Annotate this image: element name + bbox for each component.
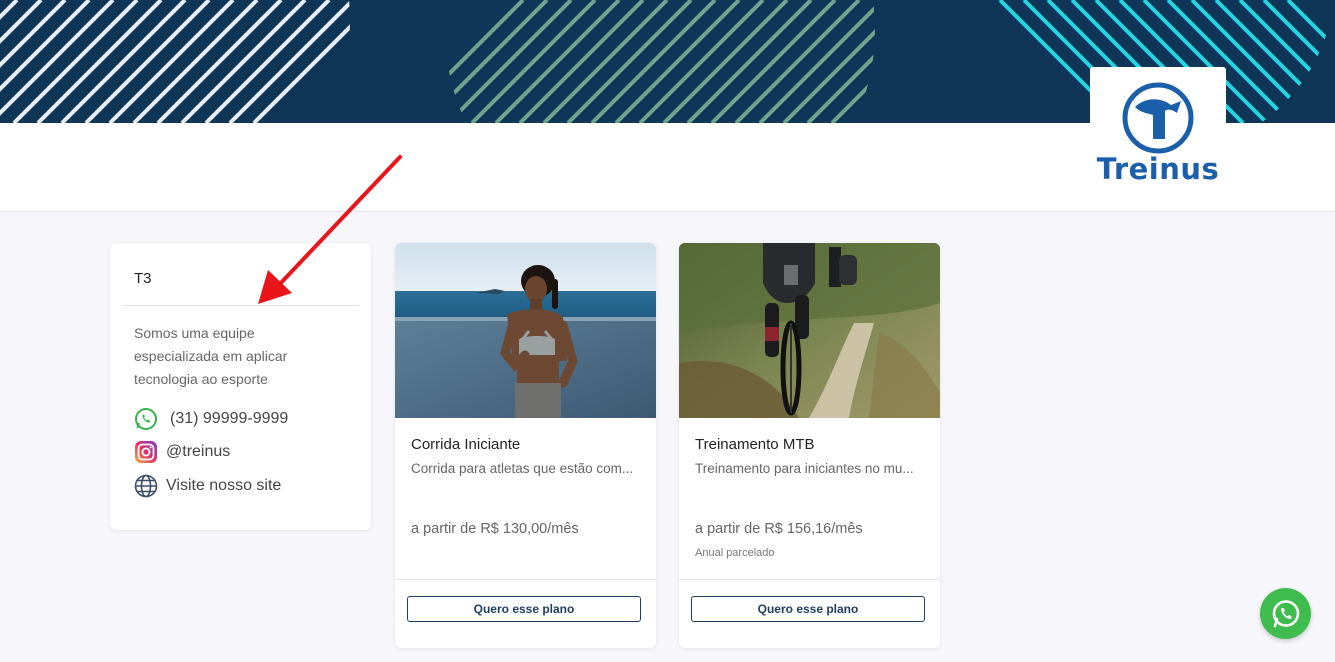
choose-plan-button[interactable]: Quero esse plano [691,596,925,622]
plan-price: a partir de R$ 156,16/mês [695,521,863,537]
plan-price: a partir de R$ 130,00/mês [411,521,579,537]
choose-plan-button[interactable]: Quero esse plano [407,596,641,622]
plan-image-running [395,243,656,418]
phone-number: (31) 99999-9999 [170,410,289,427]
plan-card[interactable]: Corrida Iniciante Corrida para atletas q… [395,243,656,648]
treinus-emblem-icon [1122,82,1194,154]
plan-description: Treinamento para iniciantes no mu... [695,461,914,476]
team-name: T3 [134,270,152,287]
plan-image-mtb [679,243,940,418]
instagram-handle: @treinus [166,443,231,460]
whatsapp-icon [134,407,158,431]
team-description: Somos uma equipe especializada em aplica… [134,325,288,387]
plan-name: Treinamento MTB [695,436,815,453]
divider [395,579,656,580]
brand-logo[interactable]: Treinus [1090,67,1226,195]
whatsapp-float-button[interactable] [1260,588,1311,639]
instagram-icon [134,440,158,464]
plan-name: Corrida Iniciante [411,436,521,453]
globe-icon [134,474,158,498]
brand-name: Treinus [1096,152,1220,186]
divider [122,305,359,306]
whatsapp-contact[interactable]: (31) 99999-9999 [134,407,288,431]
website-label: Visite nosso site [166,477,282,494]
plan-description: Corrida para atletas que estão com... [411,461,634,476]
website-link[interactable]: Visite nosso site [134,474,281,498]
plan-payment-note: Anual parcelado [695,547,775,559]
divider [679,579,940,580]
team-info-card: T3 Somos uma equipe especializada em apl… [110,243,371,530]
instagram-contact[interactable]: @treinus [134,440,230,464]
whatsapp-icon [1272,599,1299,627]
plan-card[interactable]: Treinamento MTB Treinamento para inician… [679,243,940,648]
